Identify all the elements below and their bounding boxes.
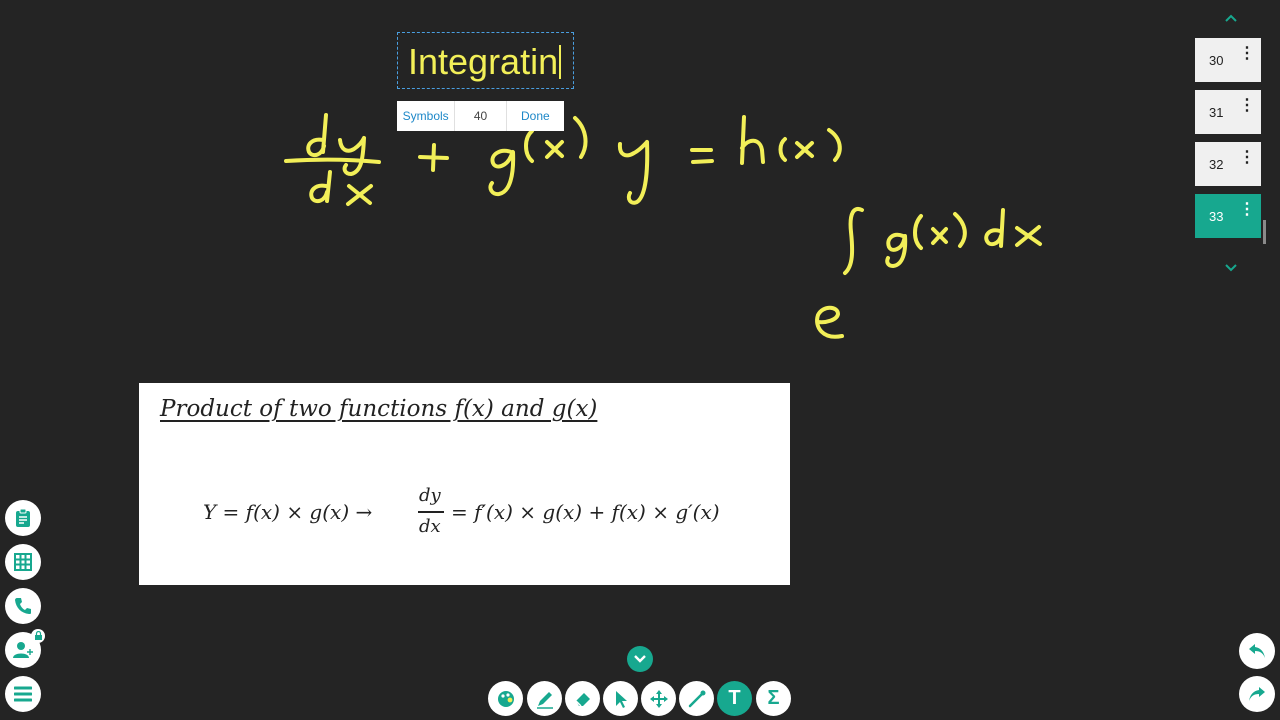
pen-icon [536, 691, 553, 709]
page-menu-icon[interactable]: ⋮ [1239, 150, 1255, 166]
page-number: 33 [1209, 209, 1224, 224]
grid-icon [14, 553, 32, 571]
page-number: 31 [1209, 105, 1224, 120]
move-icon [649, 689, 668, 708]
undo-icon [1249, 644, 1265, 658]
clipboard-button[interactable] [5, 500, 41, 536]
eraser-icon [574, 692, 590, 707]
fraction-bar [418, 511, 444, 513]
collapse-toolbar-button[interactable] [627, 646, 653, 672]
typed-text: Integratin [408, 41, 559, 82]
phone-icon [15, 598, 31, 614]
clipboard-icon [16, 508, 30, 527]
undo-button[interactable] [1239, 633, 1275, 669]
done-button[interactable]: Done [507, 101, 564, 131]
page-number: 32 [1209, 157, 1224, 172]
pointer-tool-button[interactable] [603, 681, 638, 716]
fraction-numerator: dy [419, 485, 441, 506]
page-thumb-30[interactable]: 30 ⋮ [1195, 38, 1261, 82]
eraser-tool-button[interactable] [565, 681, 600, 716]
page-list: 30 ⋮ 31 ⋮ 32 ⋮ 33 ⋮ [1195, 38, 1261, 246]
pen-tool-button[interactable] [527, 681, 562, 716]
handwritten-equation [284, 113, 1042, 339]
text-box-content[interactable]: Integratin [408, 41, 562, 83]
page-menu-icon[interactable]: ⋮ [1239, 98, 1255, 114]
grid-button[interactable] [5, 544, 41, 580]
redo-icon [1249, 687, 1265, 701]
formula-tool-button[interactable]: Σ [756, 681, 791, 716]
menu-icon [14, 686, 32, 702]
page-thumb-33[interactable]: 33 ⋮ [1195, 194, 1261, 238]
formula-right: = f′(x) × g(x) + f(x) × g′(x) [451, 500, 720, 524]
palette-tool-button[interactable] [488, 681, 523, 716]
formula-left: Y = f(x) × g(x) → [203, 500, 373, 524]
add-user-icon [13, 642, 33, 658]
page-number: 30 [1209, 53, 1224, 68]
text-caret [559, 45, 562, 79]
fraction-denominator: dx [419, 516, 441, 537]
lock-badge-icon [31, 629, 45, 643]
sigma-icon: Σ [767, 687, 780, 709]
laser-icon [688, 690, 705, 707]
palette-icon [497, 690, 514, 707]
symbols-button[interactable]: Symbols [397, 101, 456, 131]
move-tool-button[interactable] [641, 681, 676, 716]
main-menu-button[interactable] [5, 676, 41, 712]
redo-button[interactable] [1239, 676, 1275, 712]
call-button[interactable] [5, 588, 41, 624]
page-thumb-32[interactable]: 32 ⋮ [1195, 142, 1261, 186]
formula-image-card[interactable]: Product of two functions f(x) and g(x) Y… [139, 383, 790, 585]
page-thumb-31[interactable]: 31 ⋮ [1195, 90, 1261, 134]
whiteboard-canvas[interactable] [0, 0, 1280, 720]
text-icon: T [728, 687, 741, 709]
pointer-icon [615, 690, 627, 708]
chevron-down-icon [634, 655, 646, 663]
font-size-field[interactable]: 40 [455, 101, 507, 131]
text-tool-button[interactable]: T [717, 681, 752, 716]
text-input-box[interactable]: Integratin [397, 32, 574, 89]
text-toolbar: Symbols 40 Done [397, 101, 564, 131]
page-menu-icon[interactable]: ⋮ [1239, 202, 1255, 218]
laser-tool-button[interactable] [679, 681, 714, 716]
pages-scroll-up-icon[interactable] [1224, 10, 1238, 26]
page-menu-icon[interactable]: ⋮ [1239, 46, 1255, 62]
card-heading: Product of two functions f(x) and g(x) [160, 396, 598, 422]
pages-scrollbar[interactable] [1263, 220, 1266, 244]
pages-scroll-down-icon[interactable] [1224, 260, 1238, 276]
